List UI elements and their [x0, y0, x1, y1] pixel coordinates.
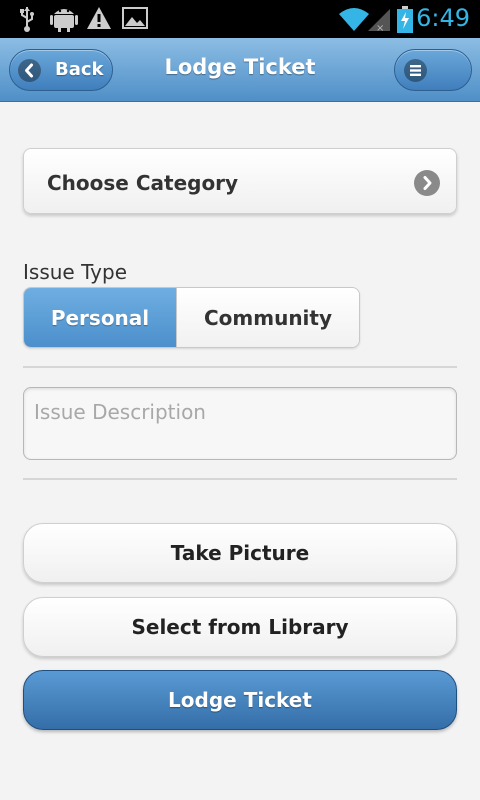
status-bar: × 6:49 — [0, 0, 480, 38]
image-icon — [122, 7, 148, 29]
clock: 6:49 — [416, 4, 470, 32]
divider — [23, 366, 457, 368]
menu-button[interactable] — [394, 49, 472, 91]
issue-type-label: Issue Type — [23, 260, 128, 284]
signal-icon: × — [368, 9, 390, 32]
issue-type-community[interactable]: Community — [176, 288, 359, 347]
warning-icon — [87, 7, 111, 29]
lodge-ticket-button[interactable]: Lodge Ticket — [23, 670, 457, 730]
svg-text:×: × — [376, 23, 384, 32]
android-debug-icon — [50, 9, 78, 32]
take-picture-button[interactable]: Take Picture — [23, 523, 457, 583]
choose-category-button[interactable]: Choose Category — [23, 148, 457, 214]
chevron-right-icon — [414, 170, 440, 196]
usb-icon — [20, 7, 34, 32]
category-label: Choose Category — [47, 171, 239, 195]
issue-type-selector: Personal Community — [23, 287, 360, 348]
menu-icon — [404, 59, 427, 82]
select-from-library-button[interactable]: Select from Library — [23, 597, 457, 657]
header-bar: Back Lodge Ticket — [0, 38, 480, 102]
issue-type-personal[interactable]: Personal — [24, 288, 176, 347]
battery-icon — [397, 6, 413, 33]
issue-description-field[interactable] — [23, 387, 457, 460]
divider — [23, 478, 457, 480]
